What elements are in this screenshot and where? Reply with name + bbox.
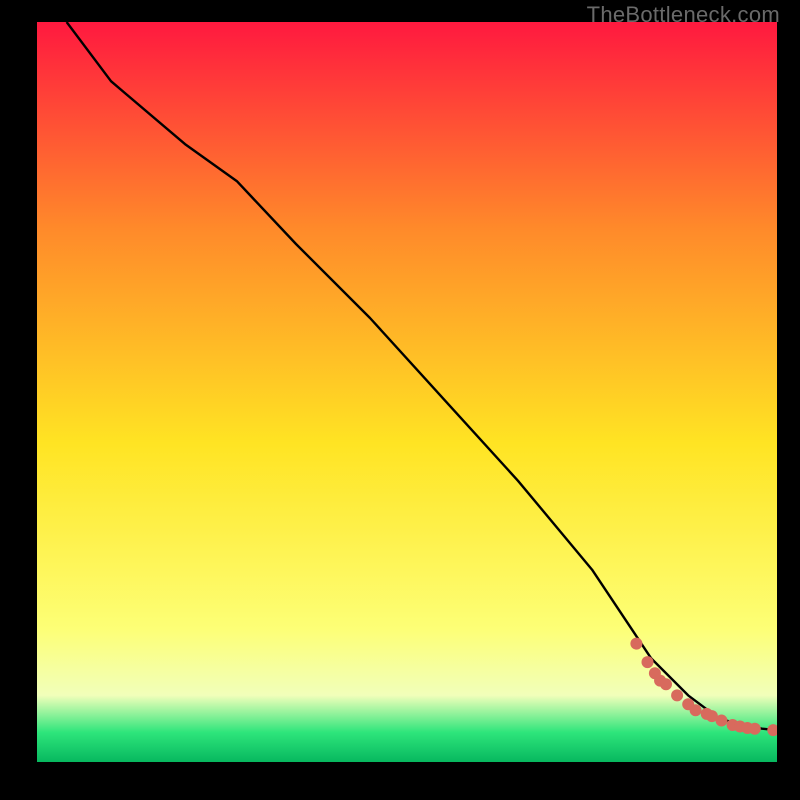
- scatter-point: [690, 704, 702, 716]
- scatter-point: [749, 723, 761, 735]
- gradient-background: [37, 22, 777, 762]
- scatter-point: [642, 656, 654, 668]
- scatter-point: [716, 715, 728, 727]
- chart-plot: [37, 22, 777, 762]
- scatter-point: [671, 689, 683, 701]
- scatter-point: [660, 678, 672, 690]
- scatter-point: [630, 638, 642, 650]
- chart-frame: [37, 22, 777, 762]
